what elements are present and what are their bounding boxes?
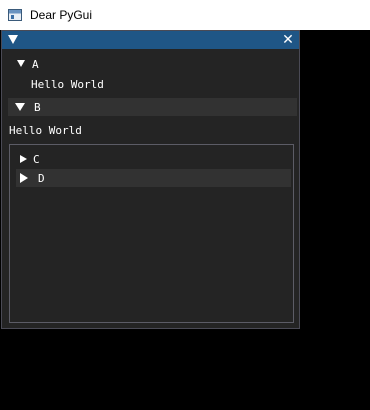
header-collapsed-icon (20, 173, 28, 183)
window-title-bar[interactable]: ✕ (2, 31, 299, 49)
app-window-icon (8, 9, 22, 21)
collapsing-header-b[interactable]: B (8, 98, 297, 116)
tree-collapsed-icon (20, 155, 27, 163)
app-title: Dear PyGui (30, 8, 93, 22)
tree-a-hello-text: Hello World (31, 78, 104, 91)
header-b-hello-text: Hello World (9, 124, 82, 137)
main-window: ✕ A Hello World B Hello World C D (1, 30, 300, 329)
close-window-button[interactable]: ✕ (281, 31, 295, 49)
collapsing-header-d[interactable]: D (16, 169, 291, 187)
tree-node-a[interactable]: A (8, 57, 293, 71)
child-window[interactable]: C D (9, 144, 294, 323)
header-b-label: B (34, 101, 41, 114)
tree-node-c[interactable]: C (16, 152, 286, 166)
os-title-bar: Dear PyGui (0, 0, 370, 30)
header-expanded-icon (15, 103, 25, 111)
header-d-label: D (38, 172, 45, 185)
tree-expanded-icon (17, 60, 25, 67)
tree-node-a-label: A (32, 58, 39, 71)
tree-node-c-label: C (33, 153, 40, 166)
collapse-window-icon[interactable] (8, 35, 18, 44)
